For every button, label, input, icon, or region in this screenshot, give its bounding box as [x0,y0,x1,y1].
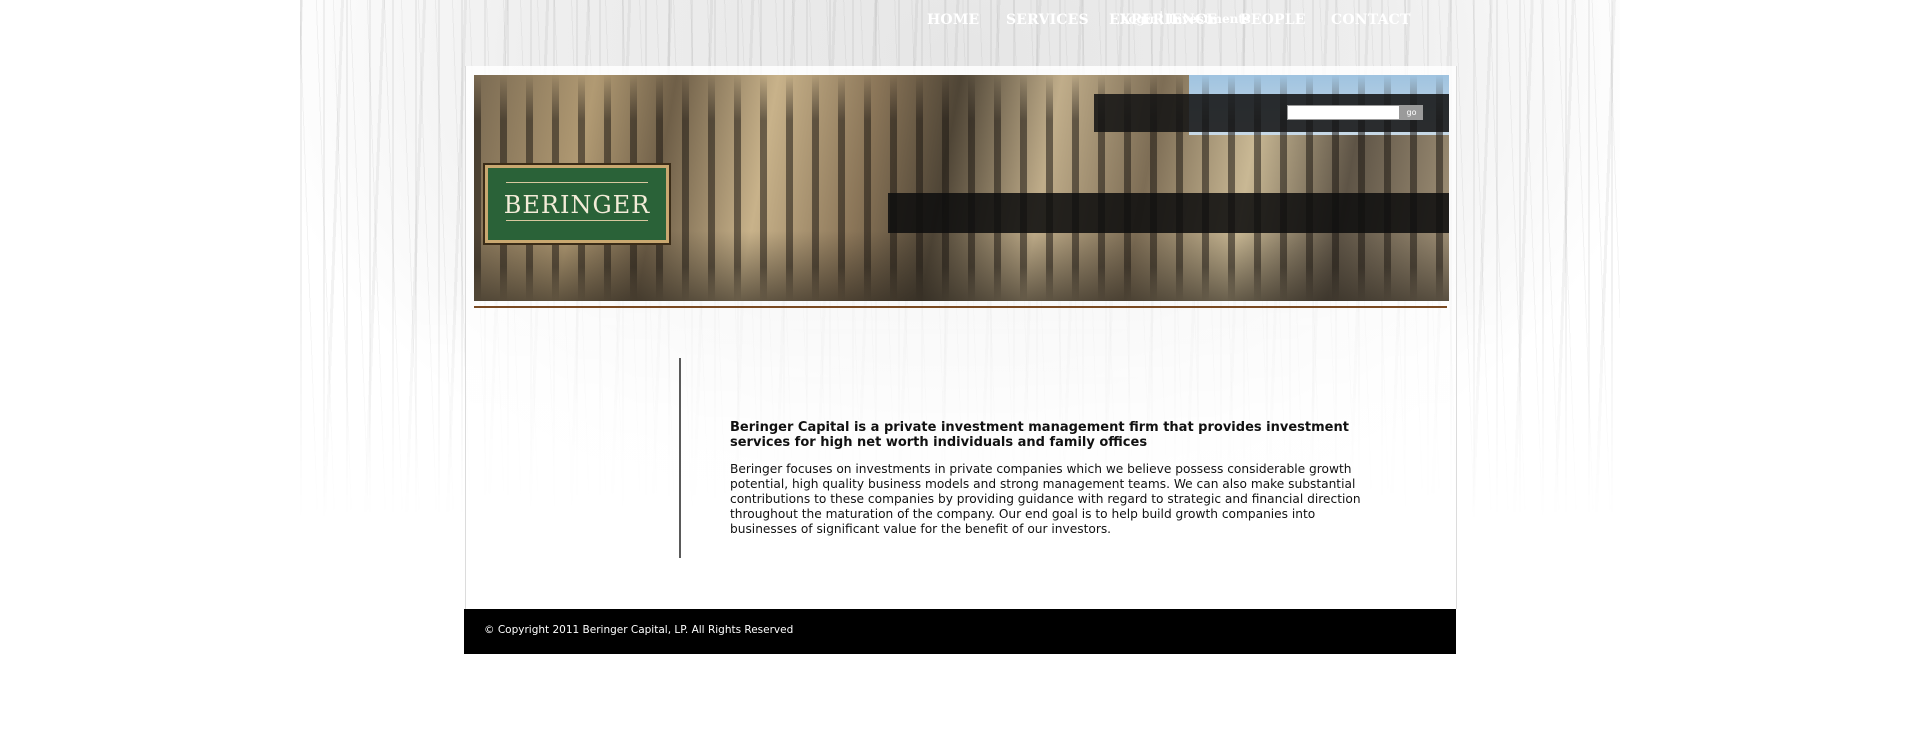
nav-services[interactable]: SERVICES [1006,12,1089,28]
logo-text: BERINGER [503,191,651,219]
intro-body: Beringer focuses on investments in priva… [730,462,1361,536]
footer: © Copyright 2011 Beringer Capital, LP. A… [464,609,1456,654]
search-input[interactable] [1287,105,1400,120]
logo-top-rule [506,182,648,183]
copyright-text: © Copyright 2011 Beringer Capital, LP. A… [484,624,794,636]
nav-experience[interactable]: EXPERIENCE [1109,12,1217,28]
nav-contact[interactable]: CONTACT [1331,12,1411,28]
content-divider [679,358,681,558]
go-button[interactable]: go [1400,105,1423,120]
intro-headline: Beringer Capital is a private investment… [730,420,1349,450]
header-divider [474,306,1447,308]
nav-people[interactable]: PEOPLE [1240,12,1306,28]
logo-bottom-rule [506,220,648,221]
nav-home[interactable]: HOME [927,12,979,28]
main-nav [888,193,1449,233]
beringer-logo[interactable]: BERINGER [485,165,669,243]
